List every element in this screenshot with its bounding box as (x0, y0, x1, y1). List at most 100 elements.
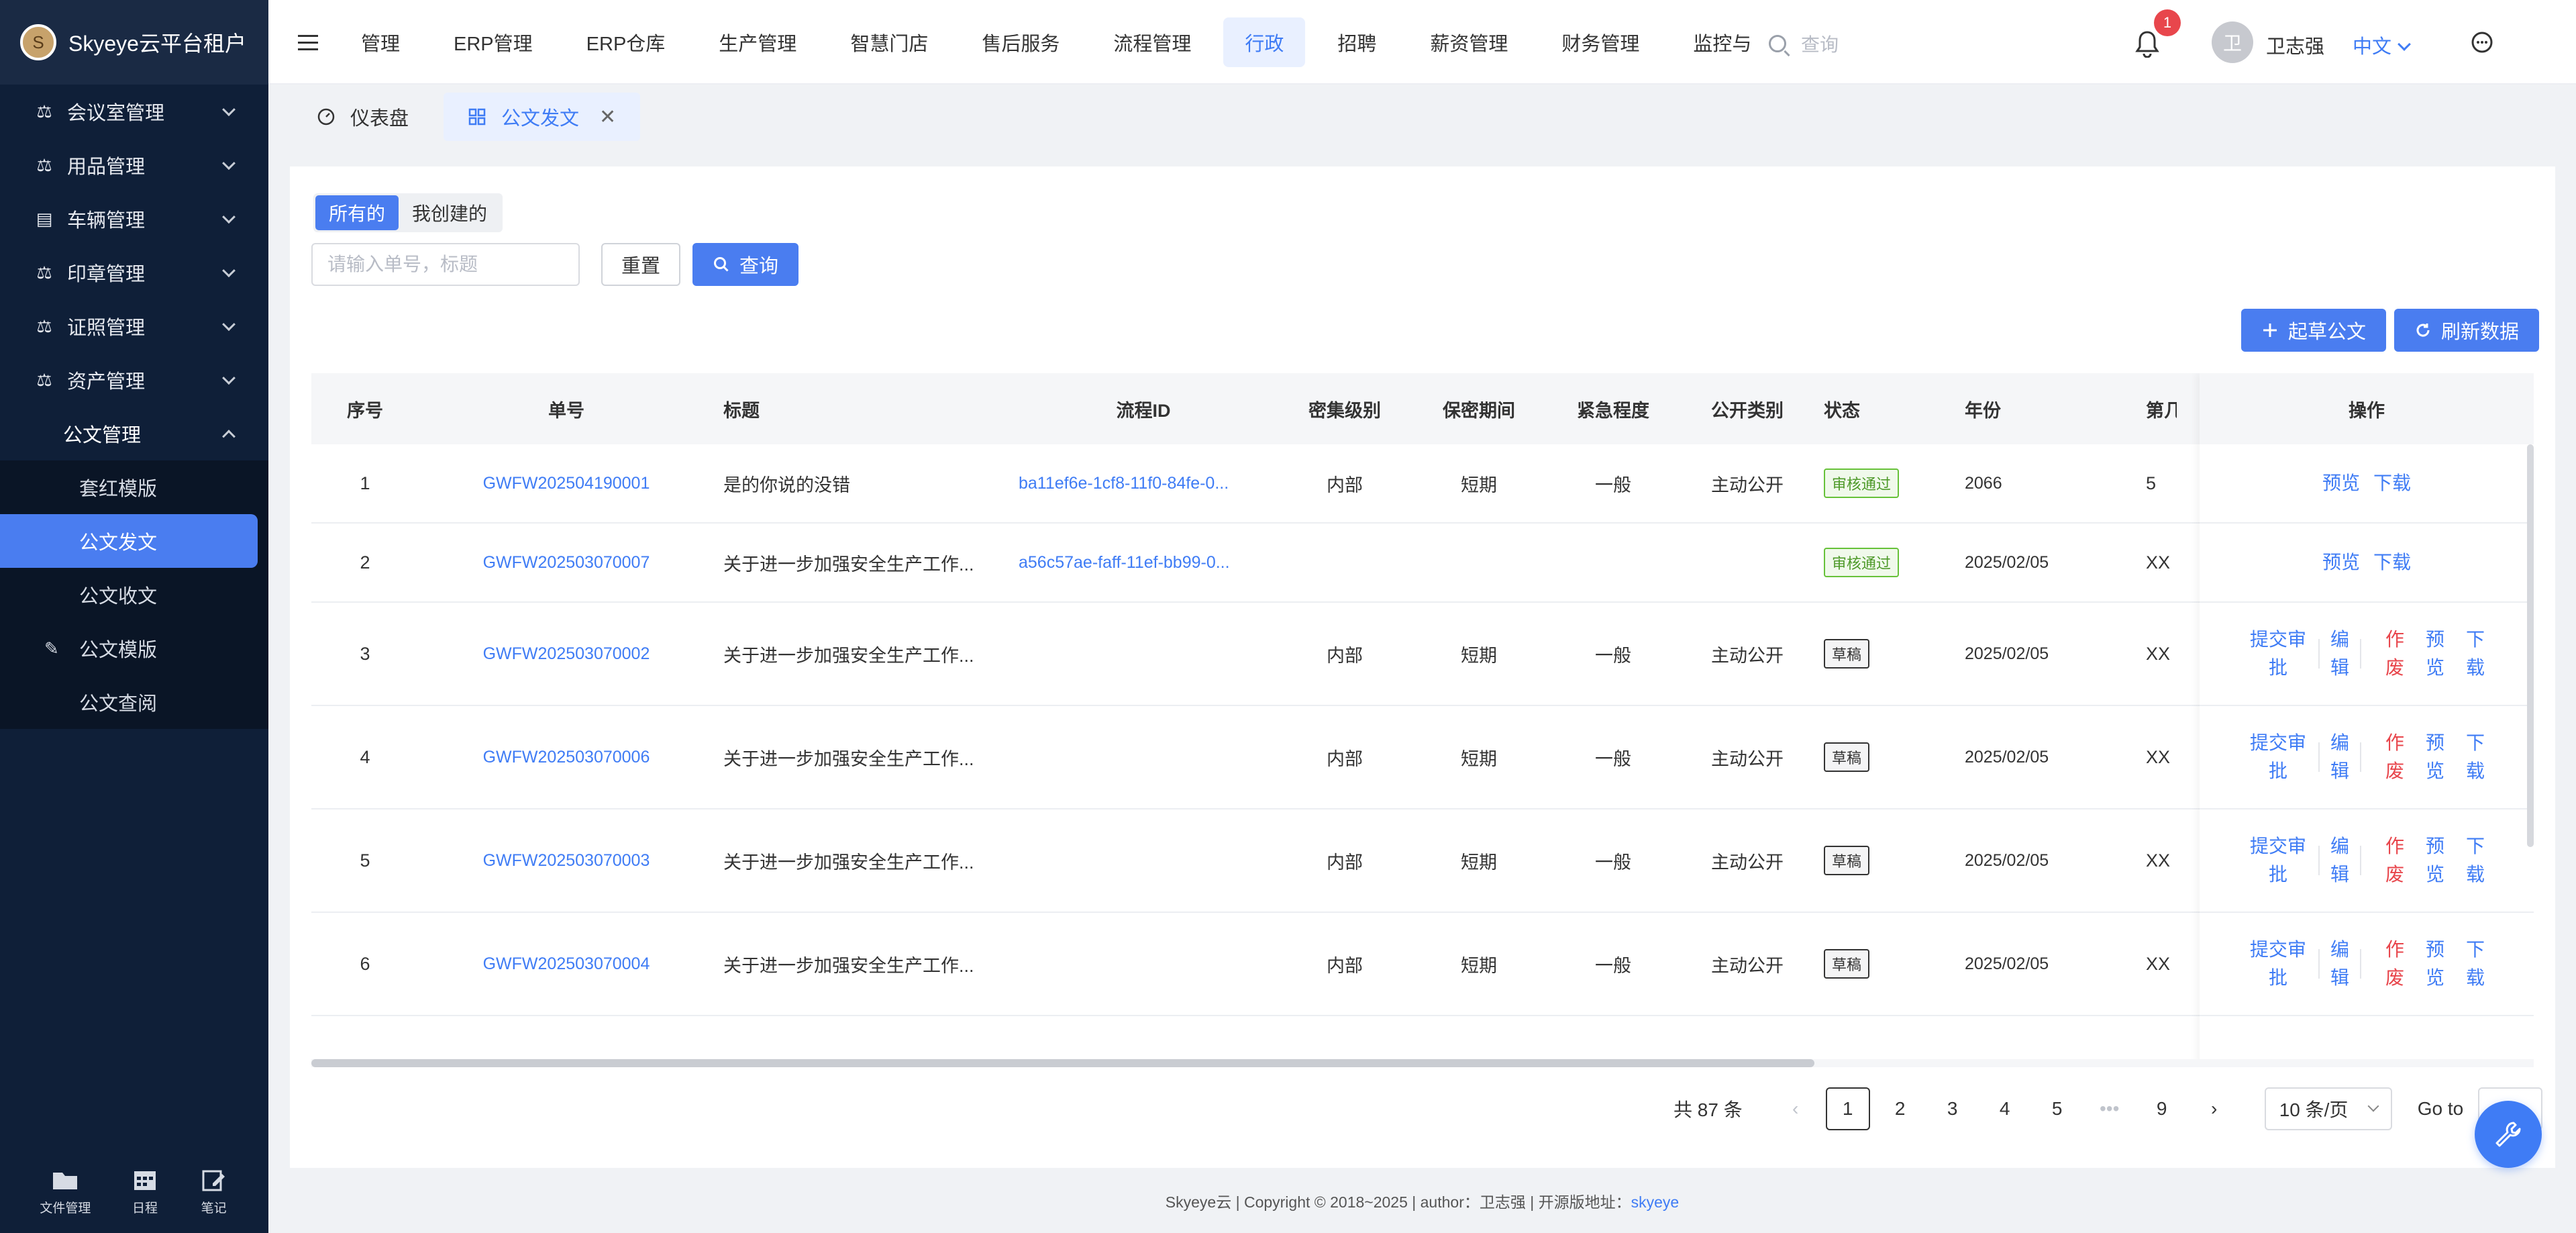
sidebar-item[interactable]: ⚖ 资产管理 (0, 353, 268, 407)
menu-toggle-icon[interactable] (298, 34, 341, 50)
query-button[interactable]: 查询 (692, 243, 799, 286)
scroll-thumb[interactable] (311, 1059, 1814, 1067)
year: 2025/02/05 (1965, 850, 2049, 870)
horizontal-scrollbar[interactable] (311, 1059, 2534, 1067)
top-nav-item[interactable]: ERP管理 (427, 17, 560, 67)
edit-button[interactable]: 编辑 (2326, 936, 2353, 992)
create-doc-button[interactable]: 起草公文 (2240, 309, 2386, 352)
doc-code-link[interactable]: GWFW202503070002 (419, 644, 714, 664)
page-button[interactable]: 4 (1983, 1087, 2027, 1130)
sidebar-bottom-folder[interactable]: 文件管理 (40, 1166, 91, 1216)
sidebar-item[interactable]: ▤ 车辆管理 (0, 192, 268, 246)
download-button[interactable]: 下载 (2373, 548, 2411, 577)
vertical-scrollbar[interactable] (2527, 444, 2534, 847)
chat-icon[interactable] (2471, 31, 2493, 54)
submit-approval-button[interactable]: 提交审批 (2245, 936, 2312, 992)
app-logo-bar[interactable]: S Skyeye云平台租户 (0, 0, 268, 85)
page-size-select[interactable]: 10 条/页 (2264, 1087, 2392, 1130)
doc-code-link[interactable]: GWFW202503070007 (419, 553, 714, 573)
page-button[interactable]: 9 (2140, 1087, 2184, 1130)
doc-code-link[interactable]: GWFW202503070004 (419, 954, 714, 974)
sidebar-subitem[interactable]: 公文查阅 (0, 675, 268, 729)
sidebar-item[interactable]: ⚖ 印章管理 (0, 246, 268, 299)
tools-fab[interactable] (2475, 1101, 2542, 1168)
flow-id-link[interactable]: a56c57ae-faff-11ef-bb99-0... (1009, 553, 1278, 573)
top-nav-item[interactable]: 招聘 (1310, 17, 1403, 67)
language-select[interactable]: 中文 (2353, 31, 2411, 59)
top-nav-item[interactable]: 流程管理 (1086, 17, 1218, 67)
sidebar-bottom-edit[interactable]: 笔记 (199, 1166, 229, 1216)
preview-button[interactable]: 预览 (2322, 469, 2360, 497)
sidebar-bottom-calendar[interactable]: 日程 (130, 1166, 160, 1216)
sidebar-item[interactable]: ⚖ 证照管理 (0, 299, 268, 353)
void-button[interactable]: 作废 (2381, 626, 2408, 682)
sidebar-subitem[interactable]: ✎ 公文模版 (0, 622, 268, 675)
tab-label: 公文发文 (501, 108, 580, 130)
top-nav-item[interactable]: 薪资管理 (1403, 17, 1535, 67)
edit-button[interactable]: 编辑 (2326, 626, 2353, 682)
download-button[interactable]: 下载 (2462, 729, 2489, 785)
submit-approval-button[interactable]: 提交审批 (2245, 626, 2312, 682)
page-button[interactable]: 1 (1825, 1087, 1870, 1130)
preview-button[interactable]: 预览 (2322, 548, 2360, 577)
sidebar-subitem[interactable]: 套红模版 (0, 460, 268, 514)
footer-link[interactable]: skyeye (1631, 1193, 1680, 1211)
top-nav-item[interactable]: 售后服务 (955, 17, 1086, 67)
query-label: 查询 (739, 256, 779, 277)
top-nav-item[interactable]: ERP仓库 (560, 17, 692, 67)
download-button[interactable]: 下载 (2462, 936, 2489, 992)
doc-code-link[interactable]: GWFW202503070003 (419, 851, 714, 871)
download-button[interactable]: 下载 (2462, 832, 2489, 889)
download-button[interactable]: 下载 (2373, 469, 2411, 497)
sidebar-subitem[interactable]: 公文发文 (0, 514, 258, 568)
tab-official-doc[interactable]: 公文发文 ✕ (444, 93, 641, 141)
edit-button[interactable]: 编辑 (2326, 832, 2353, 889)
top-nav-item[interactable]: 行政 (1223, 17, 1306, 67)
search-input[interactable] (311, 243, 580, 286)
void-button[interactable]: 作废 (2381, 832, 2408, 889)
secret-period: 短期 (1461, 645, 1497, 666)
page-button[interactable]: 3 (1930, 1087, 1975, 1130)
sidebar-item[interactable]: ⚖ 用品管理 (0, 138, 268, 192)
preview-button[interactable]: 预览 (2422, 832, 2449, 889)
top-nav-item[interactable]: 财务管理 (1535, 17, 1666, 67)
sidebar-group-doc[interactable]: 公文管理 (0, 407, 268, 460)
page-button[interactable]: ••• (2088, 1087, 2132, 1130)
tab-dashboard[interactable]: 仪表盘 (293, 93, 433, 141)
prev-page-button[interactable]: ‹ (1773, 1087, 1818, 1130)
top-nav-item[interactable]: 生产管理 (692, 17, 823, 67)
ops-divider (2318, 639, 2320, 669)
sidebar-item[interactable]: ⚖ 会议室管理 (0, 85, 268, 138)
submit-approval-button[interactable]: 提交审批 (2245, 832, 2312, 889)
top-nav-item[interactable]: 智慧门店 (823, 17, 955, 67)
bell-icon[interactable] (2134, 28, 2161, 58)
preview-button[interactable]: 预览 (2422, 626, 2449, 682)
doc-code-link[interactable]: GWFW202503070006 (419, 748, 714, 767)
segment-all[interactable]: 所有的 (315, 195, 399, 230)
ops-row: 预览 下载 (2200, 444, 2534, 524)
top-nav-item[interactable]: 监控与 (1666, 17, 1753, 67)
submit-approval-button[interactable]: 提交审批 (2245, 729, 2312, 785)
avatar[interactable]: 卫 (2212, 21, 2253, 63)
void-button[interactable]: 作废 (2381, 936, 2408, 992)
next-page-button[interactable]: › (2192, 1087, 2236, 1130)
close-icon[interactable]: ✕ (599, 105, 616, 129)
segment-mine[interactable]: 我创建的 (399, 195, 501, 230)
preview-button[interactable]: 预览 (2422, 936, 2449, 992)
download-button[interactable]: 下载 (2462, 626, 2489, 682)
username[interactable]: 卫志强 (2266, 31, 2324, 59)
reset-button[interactable]: 重置 (601, 243, 681, 286)
page-button[interactable]: 5 (2035, 1087, 2079, 1130)
edit-button[interactable]: 编辑 (2326, 729, 2353, 785)
void-button[interactable]: 作废 (2381, 729, 2408, 785)
preview-button[interactable]: 预览 (2422, 729, 2449, 785)
sidebar-subitem[interactable]: 公文收文 (0, 568, 268, 622)
flow-id-link[interactable]: ba11ef6e-1cf8-11f0-84fe-0... (1009, 474, 1278, 493)
column-header: 年份 (1965, 400, 2001, 421)
doc-code-link[interactable]: GWFW202504190001 (419, 474, 714, 493)
top-nav-item[interactable]: 管理 (361, 17, 427, 67)
refresh-button[interactable]: 刷新数据 (2393, 309, 2539, 352)
page-button[interactable]: 2 (1878, 1087, 1922, 1130)
top-search[interactable]: 查询 (1769, 27, 1839, 60)
ops-row: 提交审批 编辑 作废 预览 下载 (2200, 706, 2534, 809)
